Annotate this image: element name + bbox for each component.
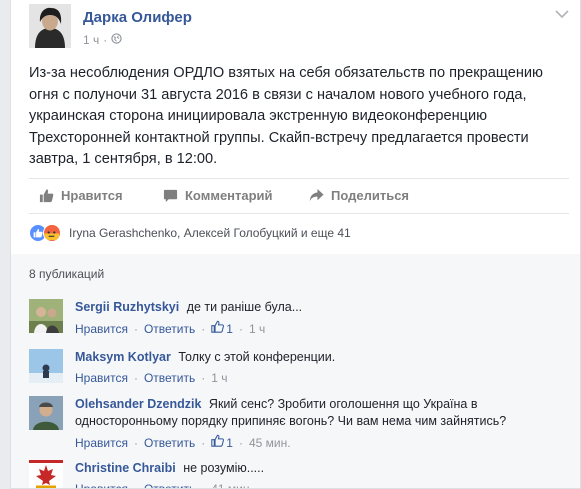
- comment-body: Maksym Kotlyar Толку с этой конференции.…: [75, 349, 569, 387]
- comment-actions: Нравится · Ответить · 41 мин.: [75, 481, 569, 488]
- post-actions: Нравится Комментарий Поделиться: [29, 185, 569, 209]
- comment-like-link[interactable]: Нравится: [75, 481, 128, 488]
- comment-body: Christine Chraibi не розумію..... Нравит…: [75, 460, 569, 488]
- post-options-chevron-icon[interactable]: [553, 8, 571, 22]
- publications-count[interactable]: 8 публикаций: [29, 267, 104, 281]
- share-arrow-icon: [309, 188, 324, 203]
- comment-time[interactable]: 45 мин.: [249, 435, 291, 452]
- share-label: Поделиться: [331, 188, 410, 203]
- comment-body: Sergii Ruzhytskyi де ти раніше була... Н…: [75, 299, 569, 338]
- share-button[interactable]: Поделиться: [309, 188, 409, 203]
- comment-like-link[interactable]: Нравится: [75, 321, 128, 338]
- commenter-name[interactable]: Sergii Ruzhytskyi: [75, 300, 179, 314]
- post-header: Дарка Олифер 1 ч ·: [29, 4, 579, 50]
- post-time[interactable]: 1 ч: [83, 33, 99, 47]
- divider: [29, 178, 569, 179]
- like-label: Нравится: [61, 188, 123, 203]
- comment-label: Комментарий: [185, 188, 273, 203]
- comment-like-link[interactable]: Нравится: [75, 435, 128, 452]
- commenter-avatar[interactable]: [29, 460, 63, 488]
- comment-actions: Нравится · Ответить · 1 · 1 ч: [75, 320, 569, 338]
- comment-button[interactable]: Комментарий: [163, 188, 273, 203]
- comment-likes-count[interactable]: 1: [211, 320, 233, 338]
- comment-text: де ти раніше була...: [186, 300, 303, 314]
- comment-text: Толку с этой конференции.: [178, 350, 336, 364]
- comment-body: Olehsander Dzendzik Який сенс? Зробити о…: [75, 396, 569, 452]
- thumbs-up-icon: [39, 188, 54, 203]
- comment-icon: [163, 188, 178, 203]
- commenter-avatar[interactable]: [29, 349, 63, 383]
- commenter-avatar[interactable]: [29, 299, 63, 333]
- comment-reply-link[interactable]: Ответить: [144, 481, 195, 488]
- commenter-avatar[interactable]: [29, 396, 63, 430]
- comment-actions: Нравится · Ответить · 1 ч: [75, 370, 228, 387]
- globe-icon: [111, 33, 122, 47]
- comment-actions: Нравится · Ответить · 1 · 45 мин.: [75, 434, 569, 452]
- like-button[interactable]: Нравится: [39, 188, 123, 203]
- comment-text: не розумію.....: [183, 461, 265, 475]
- thumbs-up-icon: [211, 434, 225, 452]
- reactors-names[interactable]: Iryna Gerashchenko, Алексей Голобуцкий и…: [69, 226, 351, 240]
- reaction-icons: [29, 222, 69, 244]
- author-avatar[interactable]: [29, 4, 71, 48]
- angry-reaction-icon: [43, 224, 61, 242]
- post-meta: 1 ч ·: [83, 33, 122, 47]
- commenter-name[interactable]: Olehsander Dzendzik: [75, 397, 201, 411]
- comment-reply-link[interactable]: Ответить: [144, 435, 195, 452]
- comment-reply-link[interactable]: Ответить: [144, 321, 195, 338]
- post-author[interactable]: Дарка Олифер: [83, 9, 192, 26]
- thumbs-up-icon: [211, 320, 225, 338]
- comment-like-link[interactable]: Нравится: [75, 370, 128, 387]
- post-card: Дарка Олифер 1 ч · Из-за несоблюдения ОР…: [10, 0, 581, 489]
- comment-time[interactable]: 41 мин.: [211, 481, 253, 488]
- comment-time[interactable]: 1 ч: [249, 321, 265, 338]
- comment-time[interactable]: 1 ч: [211, 370, 227, 387]
- comment-likes-count[interactable]: 1: [211, 434, 233, 452]
- divider: [29, 213, 569, 214]
- commenter-name[interactable]: Maksym Kotlyar: [75, 350, 171, 364]
- commenter-name[interactable]: Christine Chraibi: [75, 461, 176, 475]
- post-text: Из-за несоблюдения ОРДЛО взятых на себя …: [29, 65, 544, 167]
- comment-reply-link[interactable]: Ответить: [144, 370, 195, 387]
- reactions-summary[interactable]: Iryna Gerashchenko, Алексей Голобуцкий и…: [29, 222, 351, 244]
